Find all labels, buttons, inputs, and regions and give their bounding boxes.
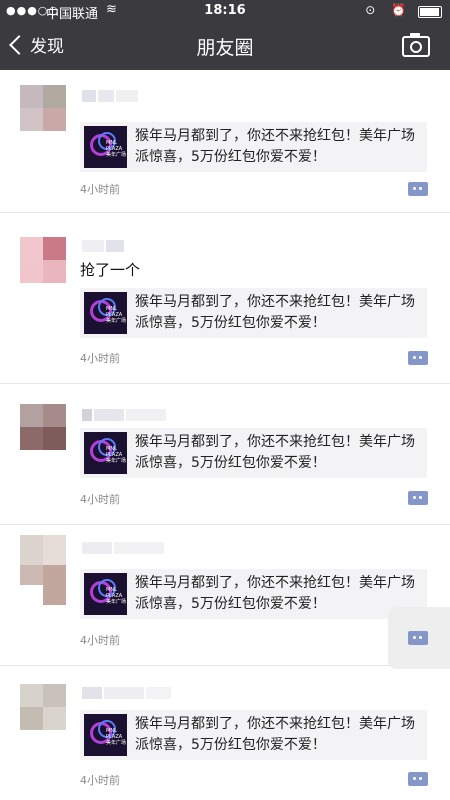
comment-icon[interactable] bbox=[408, 631, 428, 645]
link-thumbnail: MNL PLAZA 美年广场 bbox=[84, 573, 127, 615]
moment-post: MNL PLAZA 美年广场 猴年马月都到了，你还不来抢红包！美年广场派惊喜，5… bbox=[0, 666, 450, 800]
link-card-text: 猴年马月都到了，你还不来抢红包！美年广场派惊喜，5万份红包你爱不爱！ bbox=[135, 128, 415, 165]
moment-post: MNL PLAZA 美年广场 猴年马月都到了，你还不来抢红包！美年广场派惊喜，5… bbox=[0, 384, 450, 525]
comment-icon[interactable] bbox=[408, 182, 428, 196]
comment-icon[interactable] bbox=[408, 351, 428, 365]
avatar[interactable] bbox=[20, 684, 66, 730]
camera-icon[interactable] bbox=[402, 33, 430, 57]
moment-post: MNL PLAZA 美年广场 猴年马月都到了，你还不来抢红包！美年广场派惊喜，5… bbox=[0, 72, 450, 213]
post-time: 4小时前 bbox=[80, 493, 120, 506]
page-title: 朋友圈 bbox=[196, 37, 254, 59]
post-time: 4小时前 bbox=[80, 352, 120, 365]
nav-bar: 发现 朋友圈 bbox=[0, 22, 450, 70]
top-bar: ●●●○○ 中国联通 ≋ 18:16 ⊙ ⏰ 发现 朋友圈 bbox=[0, 0, 450, 70]
avatar[interactable] bbox=[20, 404, 66, 450]
link-card-text: 猴年马月都到了，你还不来抢红包！美年广场派惊喜，5万份红包你爱不爱！ bbox=[135, 434, 415, 471]
status-icons: ⊙ ⏰ bbox=[365, 3, 412, 17]
moment-post: MNL PLAZA 美年广场 猴年马月都到了，你还不来抢红包！美年广场派惊喜，5… bbox=[0, 525, 450, 669]
link-card-text: 猴年马月都到了，你还不来抢红包！美年广场派惊喜，5万份红包你爱不爱！ bbox=[135, 294, 415, 331]
link-card[interactable]: MNL PLAZA 美年广场 猴年马月都到了，你还不来抢红包！美年广场派惊喜，5… bbox=[80, 428, 427, 478]
author-name-blurred[interactable] bbox=[82, 539, 166, 554]
avatar[interactable] bbox=[20, 85, 66, 131]
comment-icon[interactable] bbox=[408, 772, 428, 786]
battery-icon bbox=[418, 6, 442, 18]
status-bar: ●●●○○ 中国联通 ≋ 18:16 ⊙ ⏰ bbox=[0, 0, 450, 22]
post-time: 4小时前 bbox=[80, 183, 120, 196]
author-name-blurred[interactable] bbox=[82, 406, 168, 421]
comment-icon[interactable] bbox=[408, 491, 428, 505]
link-thumbnail: MNL PLAZA 美年广场 bbox=[84, 714, 127, 756]
link-thumbnail: MNL PLAZA 美年广场 bbox=[84, 432, 127, 474]
link-card[interactable]: MNL PLAZA 美年广场 猴年马月都到了，你还不来抢红包！美年广场派惊喜，5… bbox=[80, 569, 427, 619]
link-card[interactable]: MNL PLAZA 美年广场 猴年马月都到了，你还不来抢红包！美年广场派惊喜，5… bbox=[80, 122, 427, 172]
link-thumbnail: MNL PLAZA 美年广场 bbox=[84, 292, 127, 334]
link-thumbnail: MNL PLAZA 美年广场 bbox=[84, 126, 127, 168]
post-time: 4小时前 bbox=[80, 774, 120, 787]
post-time: 4小时前 bbox=[80, 634, 120, 647]
post-caption: 抢了一个 bbox=[80, 261, 141, 279]
link-card[interactable]: MNL PLAZA 美年广场 猴年马月都到了，你还不来抢红包！美年广场派惊喜，5… bbox=[80, 288, 427, 338]
avatar[interactable] bbox=[20, 237, 66, 283]
moment-post: 抢了一个 MNL PLAZA 美年广场 猴年马月都到了，你还不来抢红包！美年广场… bbox=[0, 213, 450, 384]
author-name-blurred[interactable] bbox=[82, 237, 126, 252]
author-name-blurred[interactable] bbox=[82, 684, 173, 699]
link-card-text: 猴年马月都到了，你还不来抢红包！美年广场派惊喜，5万份红包你爱不爱！ bbox=[135, 575, 415, 612]
link-card[interactable]: MNL PLAZA 美年广场 猴年马月都到了，你还不来抢红包！美年广场派惊喜，5… bbox=[80, 710, 427, 760]
link-card-text: 猴年马月都到了，你还不来抢红包！美年广场派惊喜，5万份红包你爱不爱！ bbox=[135, 716, 415, 753]
author-name-blurred[interactable] bbox=[82, 87, 140, 102]
avatar[interactable] bbox=[20, 535, 66, 605]
